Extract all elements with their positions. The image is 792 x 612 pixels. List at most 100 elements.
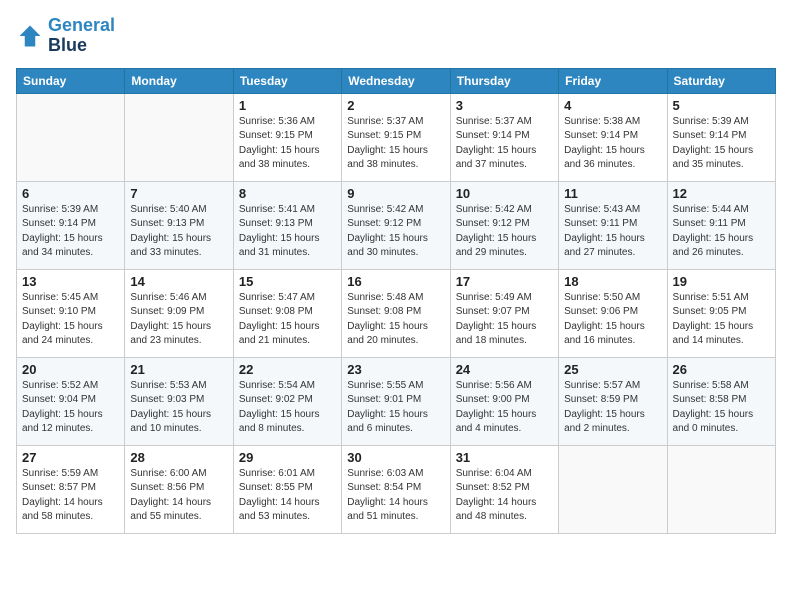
col-header-monday: Monday — [125, 68, 233, 93]
day-info: Sunrise: 5:52 AMSunset: 9:04 PMDaylight:… — [22, 379, 119, 437]
day-number: 23 — [347, 362, 444, 377]
calendar-cell: 15Sunrise: 5:47 AMSunset: 9:08 PMDayligh… — [233, 269, 341, 357]
day-number: 15 — [239, 274, 336, 289]
day-number: 14 — [130, 274, 227, 289]
calendar-cell — [667, 445, 775, 533]
calendar-cell: 28 Sunrise: 6:00 AMSunset: 8:56 PMDayligh… — [125, 445, 233, 533]
day-info: Sunrise: 5:59 AMSunset: 8:57 PMDaylight:… — [22, 467, 119, 525]
page-header: GeneralBlue — [16, 16, 776, 56]
calendar-cell — [559, 445, 667, 533]
week-row-5: 27 Sunrise: 5:59 AMSunset: 8:57 PMDayligh… — [17, 445, 776, 533]
day-info: Sunrise: 5:36 AMSunset: 9:15 PMDaylight:… — [239, 115, 336, 173]
calendar-cell: 6Sunrise: 5:39 AMSunset: 9:14 PMDaylight… — [17, 181, 125, 269]
calendar-cell: 10 Sunrise: 5:42 AMSunset: 9:12 PMDayligh… — [450, 181, 558, 269]
day-number: 28 — [130, 450, 227, 465]
day-info: Sunrise: 5:53 AMSunset: 9:03 PMDaylight:… — [130, 379, 227, 437]
day-number: 16 — [347, 274, 444, 289]
day-info: Sunrise: 5:57 AMSunset: 8:59 PMDaylight:… — [564, 379, 661, 437]
day-number: 22 — [239, 362, 336, 377]
day-number: 31 — [456, 450, 553, 465]
day-number: 11 — [564, 186, 661, 201]
day-number: 27 — [22, 450, 119, 465]
calendar-cell: 12 Sunrise: 5:44 AMSunset: 9:11 PMDayligh… — [667, 181, 775, 269]
day-number: 7 — [130, 186, 227, 201]
day-number: 24 — [456, 362, 553, 377]
day-number: 18 — [564, 274, 661, 289]
day-info: Sunrise: 5:42 AMSunset: 9:12 PMDaylight:… — [347, 203, 444, 261]
calendar-cell: 18 Sunrise: 5:50 AMSunset: 9:06 PMDayligh… — [559, 269, 667, 357]
calendar-cell: 3 Sunrise: 5:37 AMSunset: 9:14 PMDaylight… — [450, 93, 558, 181]
calendar: SundayMondayTuesdayWednesdayThursdayFrid… — [16, 68, 776, 534]
calendar-cell: 11 Sunrise: 5:43 AMSunset: 9:11 PMDayligh… — [559, 181, 667, 269]
day-number: 10 — [456, 186, 553, 201]
day-number: 5 — [673, 98, 770, 113]
day-number: 1 — [239, 98, 336, 113]
calendar-cell: 17 Sunrise: 5:49 AMSunset: 9:07 PMDayligh… — [450, 269, 558, 357]
calendar-cell: 5 Sunrise: 5:39 AMSunset: 9:14 PMDaylight… — [667, 93, 775, 181]
day-number: 26 — [673, 362, 770, 377]
col-header-thursday: Thursday — [450, 68, 558, 93]
calendar-cell: 20 Sunrise: 5:52 AMSunset: 9:04 PMDayligh… — [17, 357, 125, 445]
calendar-cell: 21Sunrise: 5:53 AMSunset: 9:03 PMDayligh… — [125, 357, 233, 445]
day-number: 2 — [347, 98, 444, 113]
day-info: Sunrise: 5:37 AMSunset: 9:14 PMDaylight:… — [456, 115, 553, 173]
day-info: Sunrise: 5:48 AMSunset: 9:08 PMDaylight:… — [347, 291, 444, 349]
day-number: 13 — [22, 274, 119, 289]
calendar-cell: 26 Sunrise: 5:58 AMSunset: 8:58 PMDayligh… — [667, 357, 775, 445]
calendar-cell: 31 Sunrise: 6:04 AMSunset: 8:52 PMDayligh… — [450, 445, 558, 533]
day-info: Sunrise: 5:44 AMSunset: 9:11 PMDaylight:… — [673, 203, 770, 261]
col-header-friday: Friday — [559, 68, 667, 93]
day-number: 6 — [22, 186, 119, 201]
logo-text: GeneralBlue — [48, 16, 115, 56]
day-info: Sunrise: 5:55 AMSunset: 9:01 PMDaylight:… — [347, 379, 444, 437]
calendar-cell: 14 Sunrise: 5:46 AMSunset: 9:09 PMDayligh… — [125, 269, 233, 357]
day-info: Sunrise: 5:46 AMSunset: 9:09 PMDaylight:… — [130, 291, 227, 349]
col-header-sunday: Sunday — [17, 68, 125, 93]
day-info: Sunrise: 5:42 AMSunset: 9:12 PMDaylight:… — [456, 203, 553, 261]
day-info: Sunrise: 5:45 AMSunset: 9:10 PMDaylight:… — [22, 291, 119, 349]
day-info: Sunrise: 6:01 AMSunset: 8:55 PMDaylight:… — [239, 467, 336, 525]
logo: GeneralBlue — [16, 16, 115, 56]
calendar-cell: 19Sunrise: 5:51 AMSunset: 9:05 PMDayligh… — [667, 269, 775, 357]
week-row-2: 6Sunrise: 5:39 AMSunset: 9:14 PMDaylight… — [17, 181, 776, 269]
logo-icon — [16, 22, 44, 50]
day-info: Sunrise: 5:49 AMSunset: 9:07 PMDaylight:… — [456, 291, 553, 349]
day-number: 8 — [239, 186, 336, 201]
day-info: Sunrise: 5:39 AMSunset: 9:14 PMDaylight:… — [673, 115, 770, 173]
day-info: Sunrise: 5:56 AMSunset: 9:00 PMDaylight:… — [456, 379, 553, 437]
day-number: 3 — [456, 98, 553, 113]
calendar-cell: 24 Sunrise: 5:56 AMSunset: 9:00 PMDayligh… — [450, 357, 558, 445]
calendar-header-row: SundayMondayTuesdayWednesdayThursdayFrid… — [17, 68, 776, 93]
day-number: 30 — [347, 450, 444, 465]
calendar-cell — [125, 93, 233, 181]
calendar-cell: 30 Sunrise: 6:03 AMSunset: 8:54 PMDayligh… — [342, 445, 450, 533]
day-info: Sunrise: 6:03 AMSunset: 8:54 PMDaylight:… — [347, 467, 444, 525]
day-info: Sunrise: 5:50 AMSunset: 9:06 PMDaylight:… — [564, 291, 661, 349]
day-info: Sunrise: 6:04 AMSunset: 8:52 PMDaylight:… — [456, 467, 553, 525]
col-header-tuesday: Tuesday — [233, 68, 341, 93]
day-number: 12 — [673, 186, 770, 201]
day-info: Sunrise: 6:00 AMSunset: 8:56 PMDaylight:… — [130, 467, 227, 525]
day-info: Sunrise: 5:43 AMSunset: 9:11 PMDaylight:… — [564, 203, 661, 261]
day-info: Sunrise: 5:54 AMSunset: 9:02 PMDaylight:… — [239, 379, 336, 437]
calendar-cell: 1 Sunrise: 5:36 AMSunset: 9:15 PMDaylight… — [233, 93, 341, 181]
calendar-cell: 13 Sunrise: 5:45 AMSunset: 9:10 PMDayligh… — [17, 269, 125, 357]
day-number: 20 — [22, 362, 119, 377]
week-row-4: 20 Sunrise: 5:52 AMSunset: 9:04 PMDayligh… — [17, 357, 776, 445]
day-info: Sunrise: 5:40 AMSunset: 9:13 PMDaylight:… — [130, 203, 227, 261]
calendar-cell — [17, 93, 125, 181]
day-number: 29 — [239, 450, 336, 465]
calendar-cell: 29 Sunrise: 6:01 AMSunset: 8:55 PMDayligh… — [233, 445, 341, 533]
day-number: 17 — [456, 274, 553, 289]
week-row-3: 13 Sunrise: 5:45 AMSunset: 9:10 PMDayligh… — [17, 269, 776, 357]
calendar-cell: 7 Sunrise: 5:40 AMSunset: 9:13 PMDaylight… — [125, 181, 233, 269]
day-info: Sunrise: 5:51 AMSunset: 9:05 PMDaylight:… — [673, 291, 770, 349]
col-header-wednesday: Wednesday — [342, 68, 450, 93]
calendar-cell: 4Sunrise: 5:38 AMSunset: 9:14 PMDaylight… — [559, 93, 667, 181]
calendar-cell: 22 Sunrise: 5:54 AMSunset: 9:02 PMDayligh… — [233, 357, 341, 445]
day-info: Sunrise: 5:58 AMSunset: 8:58 PMDaylight:… — [673, 379, 770, 437]
col-header-saturday: Saturday — [667, 68, 775, 93]
calendar-cell: 9 Sunrise: 5:42 AMSunset: 9:12 PMDaylight… — [342, 181, 450, 269]
day-number: 25 — [564, 362, 661, 377]
day-number: 9 — [347, 186, 444, 201]
